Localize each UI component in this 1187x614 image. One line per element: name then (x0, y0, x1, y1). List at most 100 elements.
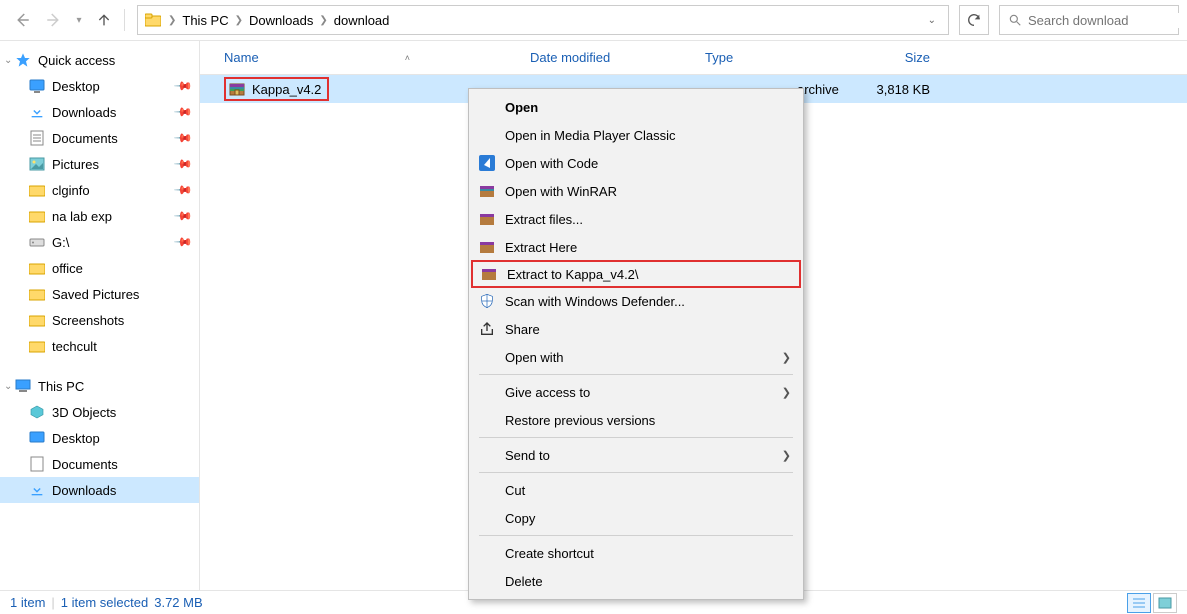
breadcrumb-item[interactable]: download (334, 13, 390, 28)
sidebar-group-label: This PC (38, 379, 84, 394)
folder-icon (28, 285, 46, 303)
status-selected-size: 3.72 MB (154, 595, 202, 610)
toolbar-separator (124, 9, 125, 31)
view-toggle (1127, 593, 1177, 613)
sidebar-group-label: Quick access (38, 53, 115, 68)
search-icon (1008, 13, 1022, 27)
documents-icon (28, 455, 46, 473)
context-menu-separator (479, 535, 793, 536)
refresh-button[interactable] (959, 5, 989, 35)
ctx-open-with[interactable]: Open with❯ (471, 343, 801, 371)
sidebar-item-label: Downloads (52, 483, 116, 498)
ctx-extract-to[interactable]: Extract to Kappa_v4.2\ (471, 260, 801, 288)
status-item-count: 1 item (10, 595, 45, 610)
column-type[interactable]: Type (705, 50, 850, 65)
sidebar-item-label: techcult (52, 339, 97, 354)
address-dropdown-icon[interactable]: ⌄ (922, 15, 942, 26)
column-date[interactable]: Date modified (530, 50, 705, 65)
breadcrumb-item[interactable]: This PC (182, 13, 228, 28)
sidebar-item-office[interactable]: office (0, 255, 199, 281)
file-list-area: Name˄ Date modified Type Size Kappa_v4.2… (200, 41, 1187, 590)
sidebar-item-gdrive[interactable]: G:\ 📌 (0, 229, 199, 255)
ctx-create-shortcut[interactable]: Create shortcut (471, 539, 801, 567)
search-input[interactable] (1028, 13, 1187, 28)
view-details-button[interactable] (1127, 593, 1151, 613)
sidebar-item-label: office (52, 261, 83, 276)
ctx-copy[interactable]: Copy (471, 504, 801, 532)
file-size: 3,818 KB (850, 82, 945, 97)
address-bar[interactable]: ❯ This PC ❯ Downloads ❯ download ⌄ (137, 5, 949, 35)
recent-dropdown-icon[interactable]: ▾ (72, 6, 86, 34)
vscode-icon (477, 153, 497, 173)
sidebar-quick-access[interactable]: ⌄ Quick access (0, 47, 199, 73)
ctx-open-winrar[interactable]: Open with WinRAR (471, 177, 801, 205)
sidebar-item-label: na lab exp (52, 209, 112, 224)
search-box[interactable] (999, 5, 1179, 35)
chevron-down-icon: ⌄ (4, 381, 12, 392)
sidebar-item-label: G:\ (52, 235, 69, 250)
file-name: Kappa_v4.2 (252, 82, 321, 97)
nav-up-button[interactable] (90, 6, 118, 34)
ctx-cut[interactable]: Cut (471, 476, 801, 504)
pin-icon: 📌 (173, 76, 193, 96)
folder-icon (28, 337, 46, 355)
sidebar-item-documents[interactable]: Documents 📌 (0, 125, 199, 151)
sidebar-item-clginfo[interactable]: clginfo 📌 (0, 177, 199, 203)
sidebar-item-label: clginfo (52, 183, 90, 198)
view-large-icons-button[interactable] (1153, 593, 1177, 613)
sidebar-item-techcult[interactable]: techcult (0, 333, 199, 359)
column-name[interactable]: Name˄ (200, 50, 530, 65)
sidebar-item-downloads[interactable]: Downloads📌 (0, 99, 199, 125)
context-menu-separator (479, 374, 793, 375)
share-icon (477, 319, 497, 339)
sidebar-item-savedpictures[interactable]: Saved Pictures (0, 281, 199, 307)
ctx-open-code[interactable]: Open with Code (471, 149, 801, 177)
ctx-extract-here[interactable]: Extract Here (471, 233, 801, 261)
sidebar-item-3dobjects[interactable]: 3D Objects (0, 399, 199, 425)
nav-forward-button[interactable] (40, 6, 68, 34)
defender-icon (477, 291, 497, 311)
downloads-icon (28, 103, 46, 121)
pin-icon: 📌 (173, 180, 193, 200)
pin-icon: 📌 (173, 128, 193, 148)
folder-icon (28, 207, 46, 225)
ctx-give-access[interactable]: Give access to❯ (471, 378, 801, 406)
sidebar-item-label: Pictures (52, 157, 99, 172)
ctx-scan-defender[interactable]: Scan with Windows Defender... (471, 287, 801, 315)
ctx-share[interactable]: Share (471, 315, 801, 343)
sidebar-item-pictures[interactable]: Pictures 📌 (0, 151, 199, 177)
breadcrumb-item[interactable]: Downloads (249, 13, 313, 28)
sidebar-item-label: Downloads (52, 105, 116, 120)
pin-icon: 📌 (173, 232, 193, 252)
chevron-right-icon: ❯ (782, 351, 791, 364)
nav-back-button[interactable] (8, 6, 36, 34)
sidebar-item-desktop2[interactable]: Desktop (0, 425, 199, 451)
context-menu-separator (479, 437, 793, 438)
ctx-send-to[interactable]: Send to❯ (471, 441, 801, 469)
ctx-open-media[interactable]: Open in Media Player Classic (471, 121, 801, 149)
sidebar-item-downloads2[interactable]: Downloads (0, 477, 199, 503)
star-icon (14, 51, 32, 69)
ctx-restore-previous[interactable]: Restore previous versions (471, 406, 801, 434)
sidebar: ⌄ Quick access Desktop📌 Downloads📌 Docum… (0, 41, 200, 590)
ctx-open[interactable]: Open (471, 93, 801, 121)
sidebar-item-desktop[interactable]: Desktop📌 (0, 73, 199, 99)
sidebar-item-label: Saved Pictures (52, 287, 139, 302)
sidebar-item-label: Desktop (52, 431, 100, 446)
sidebar-item-label: Screenshots (52, 313, 124, 328)
winrar-icon (477, 209, 497, 229)
column-size[interactable]: Size (850, 50, 945, 65)
sidebar-item-label: Documents (52, 131, 118, 146)
sidebar-this-pc[interactable]: ⌄ This PC (0, 373, 199, 399)
computer-icon (14, 377, 32, 395)
sidebar-item-screenshots[interactable]: Screenshots (0, 307, 199, 333)
sidebar-item-documents2[interactable]: Documents (0, 451, 199, 477)
drive-icon (28, 233, 46, 251)
documents-icon (28, 129, 46, 147)
ctx-delete[interactable]: Delete (471, 567, 801, 595)
ctx-extract-files[interactable]: Extract files... (471, 205, 801, 233)
column-headers: Name˄ Date modified Type Size (200, 41, 1187, 75)
pin-icon: 📌 (173, 154, 193, 174)
winrar-icon (479, 264, 499, 284)
sidebar-item-nalabexp[interactable]: na lab exp📌 (0, 203, 199, 229)
